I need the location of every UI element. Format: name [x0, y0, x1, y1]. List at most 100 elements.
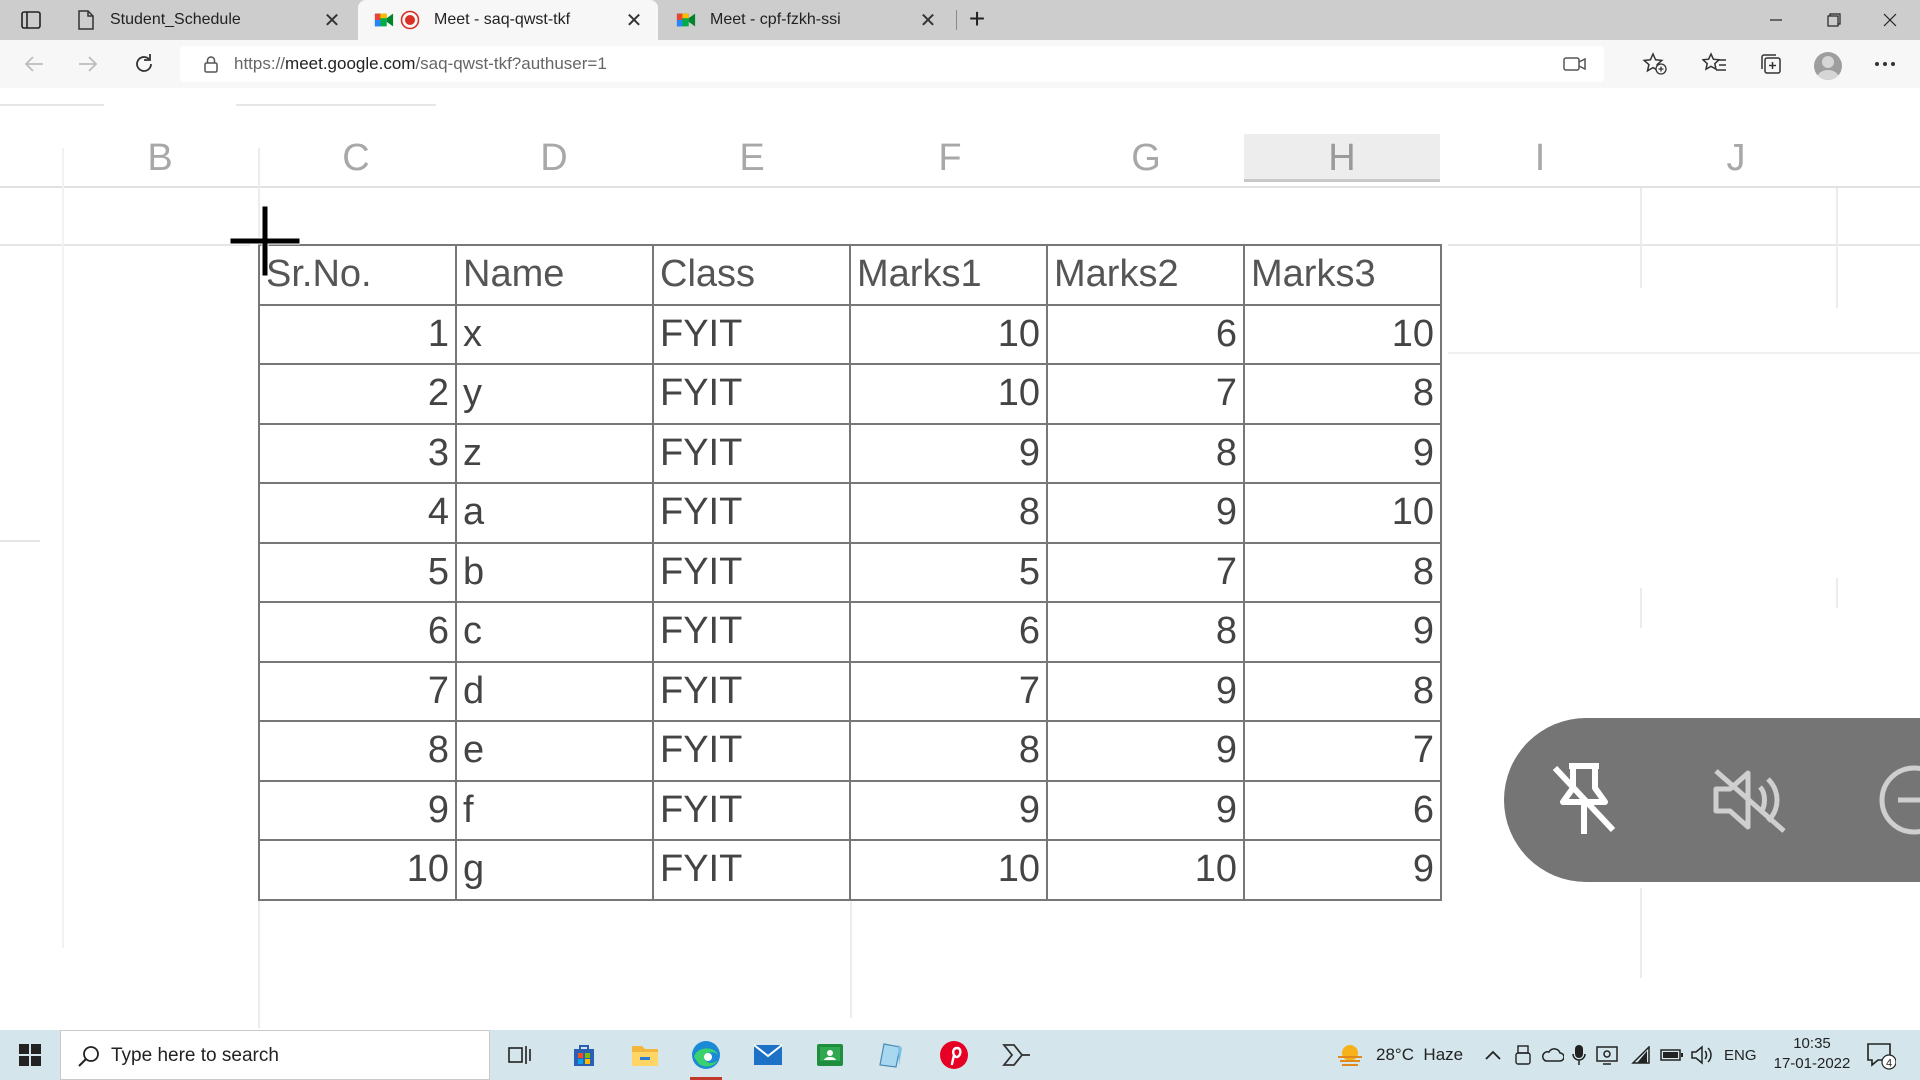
cell-sr-no[interactable]: 9: [258, 779, 457, 841]
cell-name[interactable]: y: [455, 363, 654, 425]
classroom-app-icon[interactable]: [808, 1035, 852, 1075]
column-header-h[interactable]: H: [1244, 134, 1440, 182]
network-tool-icon[interactable]: [994, 1035, 1038, 1075]
column-header-d[interactable]: D: [456, 134, 652, 182]
notification-center-icon[interactable]: 4: [1866, 1042, 1897, 1070]
cell-name[interactable]: a: [455, 482, 654, 544]
cell-name[interactable]: g: [455, 839, 654, 901]
mail-icon[interactable]: [746, 1035, 790, 1075]
onedrive-cloud-icon[interactable]: [1540, 1030, 1564, 1080]
taskbar-clock[interactable]: 10:35 17-01-2022: [1762, 1034, 1862, 1074]
windows-start-icon[interactable]: [10, 1040, 50, 1070]
column-header-b[interactable]: B: [62, 134, 258, 182]
cell-class[interactable]: FYIT: [652, 303, 851, 365]
cell-marks3[interactable]: 6: [1243, 779, 1442, 841]
cell-name[interactable]: x: [455, 303, 654, 365]
cell-marks2[interactable]: 7: [1046, 541, 1245, 603]
forward-button[interactable]: [70, 48, 106, 80]
cell-name[interactable]: b: [455, 541, 654, 603]
cell-marks1[interactable]: 10: [849, 839, 1048, 901]
lock-icon[interactable]: [202, 55, 220, 73]
cell-marks1[interactable]: 9: [849, 422, 1048, 484]
cell-marks3[interactable]: 10: [1243, 303, 1442, 365]
add-favorite-icon[interactable]: [1640, 50, 1670, 78]
cell-marks2[interactable]: 6: [1046, 303, 1245, 365]
header-cell-name[interactable]: Name: [455, 244, 654, 306]
task-view-icon[interactable]: [498, 1035, 542, 1075]
minus-circle-icon[interactable]: [1864, 750, 1920, 850]
header-cell-marks1[interactable]: Marks1: [849, 244, 1048, 306]
wifi-icon[interactable]: [1628, 1030, 1650, 1080]
cell-sr-no[interactable]: 1: [258, 303, 457, 365]
edge-browser-icon[interactable]: [684, 1035, 728, 1080]
microphone-icon[interactable]: [1572, 1030, 1586, 1080]
cell-sr-no[interactable]: 4: [258, 482, 457, 544]
cell-name[interactable]: z: [455, 422, 654, 484]
notepad-app-icon[interactable]: [870, 1035, 914, 1075]
cell-marks1[interactable]: 9: [849, 779, 1048, 841]
header-cell-class[interactable]: Class: [652, 244, 851, 306]
address-bar[interactable]: https://meet.google.com/saq-qwst-tkf?aut…: [180, 46, 1604, 82]
cell-sr-no[interactable]: 5: [258, 541, 457, 603]
column-header-f[interactable]: F: [852, 134, 1048, 182]
cell-marks2[interactable]: 9: [1046, 660, 1245, 722]
more-options-icon[interactable]: [1870, 50, 1900, 78]
weather-widget[interactable]: 28°C Haze: [1336, 1030, 1463, 1080]
close-icon[interactable]: ✕: [622, 8, 646, 32]
cell-marks3[interactable]: 9: [1243, 839, 1442, 901]
cell-marks1[interactable]: 7: [849, 660, 1048, 722]
column-header-j[interactable]: J: [1638, 134, 1834, 182]
cell-name[interactable]: f: [455, 779, 654, 841]
cell-sr-no[interactable]: 7: [258, 660, 457, 722]
cell-class[interactable]: FYIT: [652, 601, 851, 663]
cell-class[interactable]: FYIT: [652, 779, 851, 841]
url-text[interactable]: https://meet.google.com/saq-qwst-tkf?aut…: [234, 54, 607, 74]
cell-marks2[interactable]: 8: [1046, 422, 1245, 484]
language-indicator[interactable]: ENG: [1724, 1030, 1757, 1080]
cell-marks2[interactable]: 9: [1046, 779, 1245, 841]
battery-icon[interactable]: [1660, 1030, 1684, 1080]
tab-meet-cpf-fzkh-ssi[interactable]: Meet - cpf-fzkh-ssi ✕: [660, 0, 952, 40]
column-header-c[interactable]: C: [258, 134, 454, 182]
file-explorer-icon[interactable]: [623, 1035, 667, 1075]
tab-student-schedule[interactable]: Student_Schedule ✕: [60, 0, 356, 40]
mute-icon[interactable]: [1700, 750, 1800, 850]
cell-class[interactable]: FYIT: [652, 482, 851, 544]
column-header-i[interactable]: I: [1442, 134, 1638, 182]
column-header-e[interactable]: E: [654, 134, 850, 182]
cell-marks2[interactable]: 7: [1046, 363, 1245, 425]
cell-marks1[interactable]: 5: [849, 541, 1048, 603]
cell-name[interactable]: e: [455, 720, 654, 782]
refresh-button[interactable]: [126, 48, 162, 80]
column-header-g[interactable]: G: [1048, 134, 1244, 182]
display-settings-icon[interactable]: [1596, 1030, 1618, 1080]
cell-marks2[interactable]: 9: [1046, 720, 1245, 782]
cell-class[interactable]: FYIT: [652, 839, 851, 901]
cell-marks1[interactable]: 10: [849, 303, 1048, 365]
favorites-icon[interactable]: [1700, 50, 1730, 78]
cell-marks3[interactable]: 8: [1243, 363, 1442, 425]
cell-class[interactable]: FYIT: [652, 363, 851, 425]
cell-name[interactable]: d: [455, 660, 654, 722]
cell-sr-no[interactable]: 8: [258, 720, 457, 782]
cell-sr-no[interactable]: 2: [258, 363, 457, 425]
volume-icon[interactable]: [1690, 1030, 1714, 1080]
tab-actions-icon[interactable]: [14, 8, 48, 32]
cell-sr-no[interactable]: 10: [258, 839, 457, 901]
cell-marks2[interactable]: 8: [1046, 601, 1245, 663]
collections-icon[interactable]: [1756, 50, 1786, 78]
cell-class[interactable]: FYIT: [652, 660, 851, 722]
cell-sr-no[interactable]: 3: [258, 422, 457, 484]
cell-marks3[interactable]: 8: [1243, 660, 1442, 722]
cell-marks2[interactable]: 10: [1046, 839, 1245, 901]
cell-marks1[interactable]: 8: [849, 482, 1048, 544]
show-hidden-icons-icon[interactable]: [1484, 1030, 1502, 1080]
cell-class[interactable]: FYIT: [652, 422, 851, 484]
cell-marks3[interactable]: 8: [1243, 541, 1442, 603]
microsoft-store-icon[interactable]: [562, 1035, 606, 1075]
cell-name[interactable]: c: [455, 601, 654, 663]
minimize-button[interactable]: [1748, 0, 1804, 40]
taskbar-search-input[interactable]: Type here to search: [60, 1030, 490, 1080]
close-window-button[interactable]: [1862, 0, 1918, 40]
cell-marks1[interactable]: 8: [849, 720, 1048, 782]
